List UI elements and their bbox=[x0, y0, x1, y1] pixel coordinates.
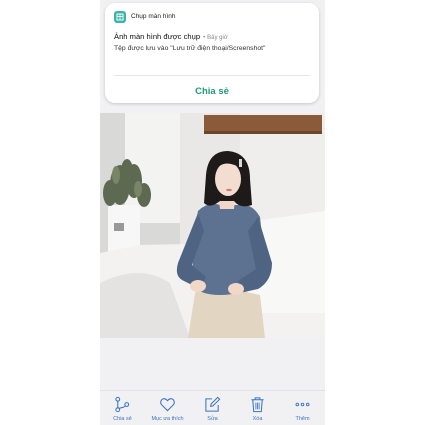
more-label: Thêm bbox=[295, 416, 310, 422]
screenshot-notification[interactable]: Chụp màn hình Ảnh màn hình được chụp • Bây… bbox=[105, 3, 319, 103]
favorite-label: Mục ưa thích bbox=[151, 416, 184, 422]
share-label: Chia sẻ bbox=[113, 416, 132, 422]
notification-separator: • bbox=[203, 35, 206, 41]
notification-title: Ảnh màn hình được chụp bbox=[114, 32, 201, 41]
favorite-button[interactable]: Mục ưa thích bbox=[145, 391, 190, 425]
heart-icon bbox=[160, 398, 175, 412]
share-icon bbox=[115, 396, 130, 413]
share-button[interactable]: Chia sẻ bbox=[100, 391, 145, 425]
notification-app-name: Chụp màn hình bbox=[131, 13, 176, 20]
screenshot-app-icon bbox=[114, 11, 126, 23]
delete-label: Xóa bbox=[252, 416, 263, 422]
delete-button[interactable]: Xóa bbox=[235, 391, 280, 425]
edit-label: Sửa bbox=[207, 416, 218, 422]
more-button[interactable]: Thêm bbox=[280, 391, 325, 425]
more-icon bbox=[295, 402, 310, 407]
notification-body: Tệp được lưu vào "Lưu trữ điện thoại/Scr… bbox=[114, 45, 266, 52]
edit-icon bbox=[205, 396, 221, 412]
notification-time: Bây giờ bbox=[207, 35, 228, 41]
trash-icon bbox=[251, 397, 264, 413]
gallery-screen: Chụp màn hình Ảnh màn hình được chụp • Bây… bbox=[100, 0, 325, 425]
edit-button[interactable]: Sửa bbox=[190, 391, 235, 425]
bottom-toolbar: Chia sẻ Mục ưa thích Sửa Xóa Thêm bbox=[100, 390, 325, 425]
notification-divider bbox=[114, 75, 310, 76]
share-action-button[interactable]: Chia sẻ bbox=[105, 86, 319, 97]
photo-image[interactable] bbox=[100, 113, 325, 338]
notification-title-row: Ảnh màn hình được chụp • Bây giờ bbox=[114, 32, 228, 41]
